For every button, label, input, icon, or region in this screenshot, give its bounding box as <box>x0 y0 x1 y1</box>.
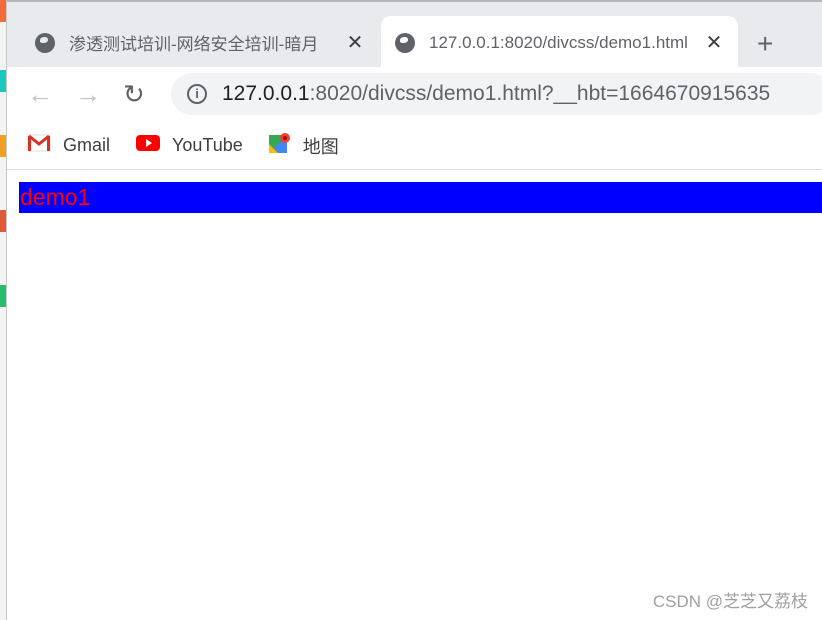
info-icon[interactable]: i <box>187 84 207 104</box>
reload-icon[interactable]: ↻ <box>123 79 145 110</box>
tab-demo1[interactable]: 127.0.0.1:8020/divcss/demo1.html ✕ <box>381 16 738 69</box>
tab-title: 渗透测试培训-网络安全培训-暗月 <box>69 35 319 54</box>
close-tab-icon[interactable]: ✕ <box>704 30 724 55</box>
toolbar: ← → ↻ i 127.0.0.1:8020/divcss/demo1.html… <box>7 67 822 122</box>
back-icon[interactable]: ← <box>27 79 53 110</box>
demo1-div: demo1 <box>19 182 822 213</box>
watermark: CSDN @芝芝又荔枝 <box>652 592 808 611</box>
tab-pentest[interactable]: 渗透测试培训-网络安全培训-暗月 ✕ <box>21 16 379 69</box>
bookmark-maps[interactable]: 地图 <box>268 132 339 159</box>
bookmark-label: YouTube <box>172 135 243 155</box>
bookmark-label: Gmail <box>63 135 111 155</box>
youtube-icon <box>136 134 161 157</box>
bookmark-label: 地图 <box>302 136 339 157</box>
maps-icon <box>268 132 291 159</box>
forward-icon[interactable]: → <box>75 79 101 110</box>
bookmark-youtube[interactable]: YouTube <box>136 134 243 157</box>
browser-window: 渗透测试培训-网络安全培训-暗月 ✕ 127.0.0.1:8020/divcss… <box>6 0 822 620</box>
tab-title: 127.0.0.1:8020/divcss/demo1.html <box>429 32 688 52</box>
page-content: demo1 <box>7 170 822 620</box>
url-host: 127.0.0.1 <box>222 82 310 105</box>
close-tab-icon[interactable]: ✕ <box>345 30 365 55</box>
gmail-icon <box>27 134 51 157</box>
new-tab-button[interactable]: + <box>757 28 773 60</box>
bookmark-gmail[interactable]: Gmail <box>27 134 110 157</box>
globe-icon <box>35 32 55 53</box>
bookmarks-bar: Gmail YouTube 地图 <box>7 122 822 170</box>
globe-icon <box>395 32 415 53</box>
address-bar[interactable]: i 127.0.0.1:8020/divcss/demo1.html?__hbt… <box>171 73 822 115</box>
tab-strip: 渗透测试培训-网络安全培训-暗月 ✕ 127.0.0.1:8020/divcss… <box>7 0 822 69</box>
url-path: :8020/divcss/demo1.html?__hbt=1664670915… <box>309 82 771 105</box>
